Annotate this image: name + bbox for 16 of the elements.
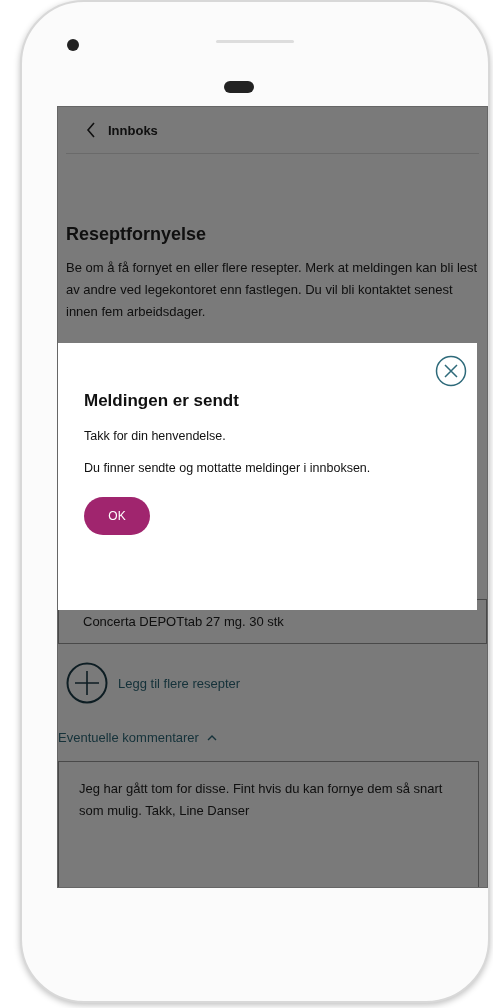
sensor-pill — [224, 81, 254, 93]
comments-toggle[interactable]: Eventuelle kommentarer — [58, 730, 217, 745]
dialog-text: Takk for din henvendelse. — [84, 429, 227, 443]
dialog-text: Du finner sendte og mottatte meldinger i innboksen. — [84, 461, 372, 475]
chevron-left-icon — [86, 122, 96, 138]
close-button[interactable] — [435, 355, 467, 387]
ok-button[interactable]: OK — [84, 497, 150, 535]
caret-up-icon — [206, 734, 217, 741]
add-prescription-button[interactable]: Legg til flere resepter — [66, 662, 241, 704]
back-link[interactable]: Innboks — [86, 122, 158, 138]
comment-field[interactable]: Jeg har gått tom for disse. Fint hvis du kan fornye dem så snart som mulig. Takk, Line Danser — [58, 761, 479, 887]
plus-circle-icon — [66, 662, 108, 704]
page-title: Reseptfornyelse — [66, 224, 208, 245]
dialog-title: Meldingen er sendt — [84, 391, 240, 411]
camera-icon — [67, 39, 79, 51]
intro-text: Be om å få fornyet en eller flere resepter. Merk at meldingen kan bli lest av andre ved legekontoret enn fastlegen. Du vil bli kontaktet senest innen fem arbeidsdager. — [66, 259, 479, 321]
